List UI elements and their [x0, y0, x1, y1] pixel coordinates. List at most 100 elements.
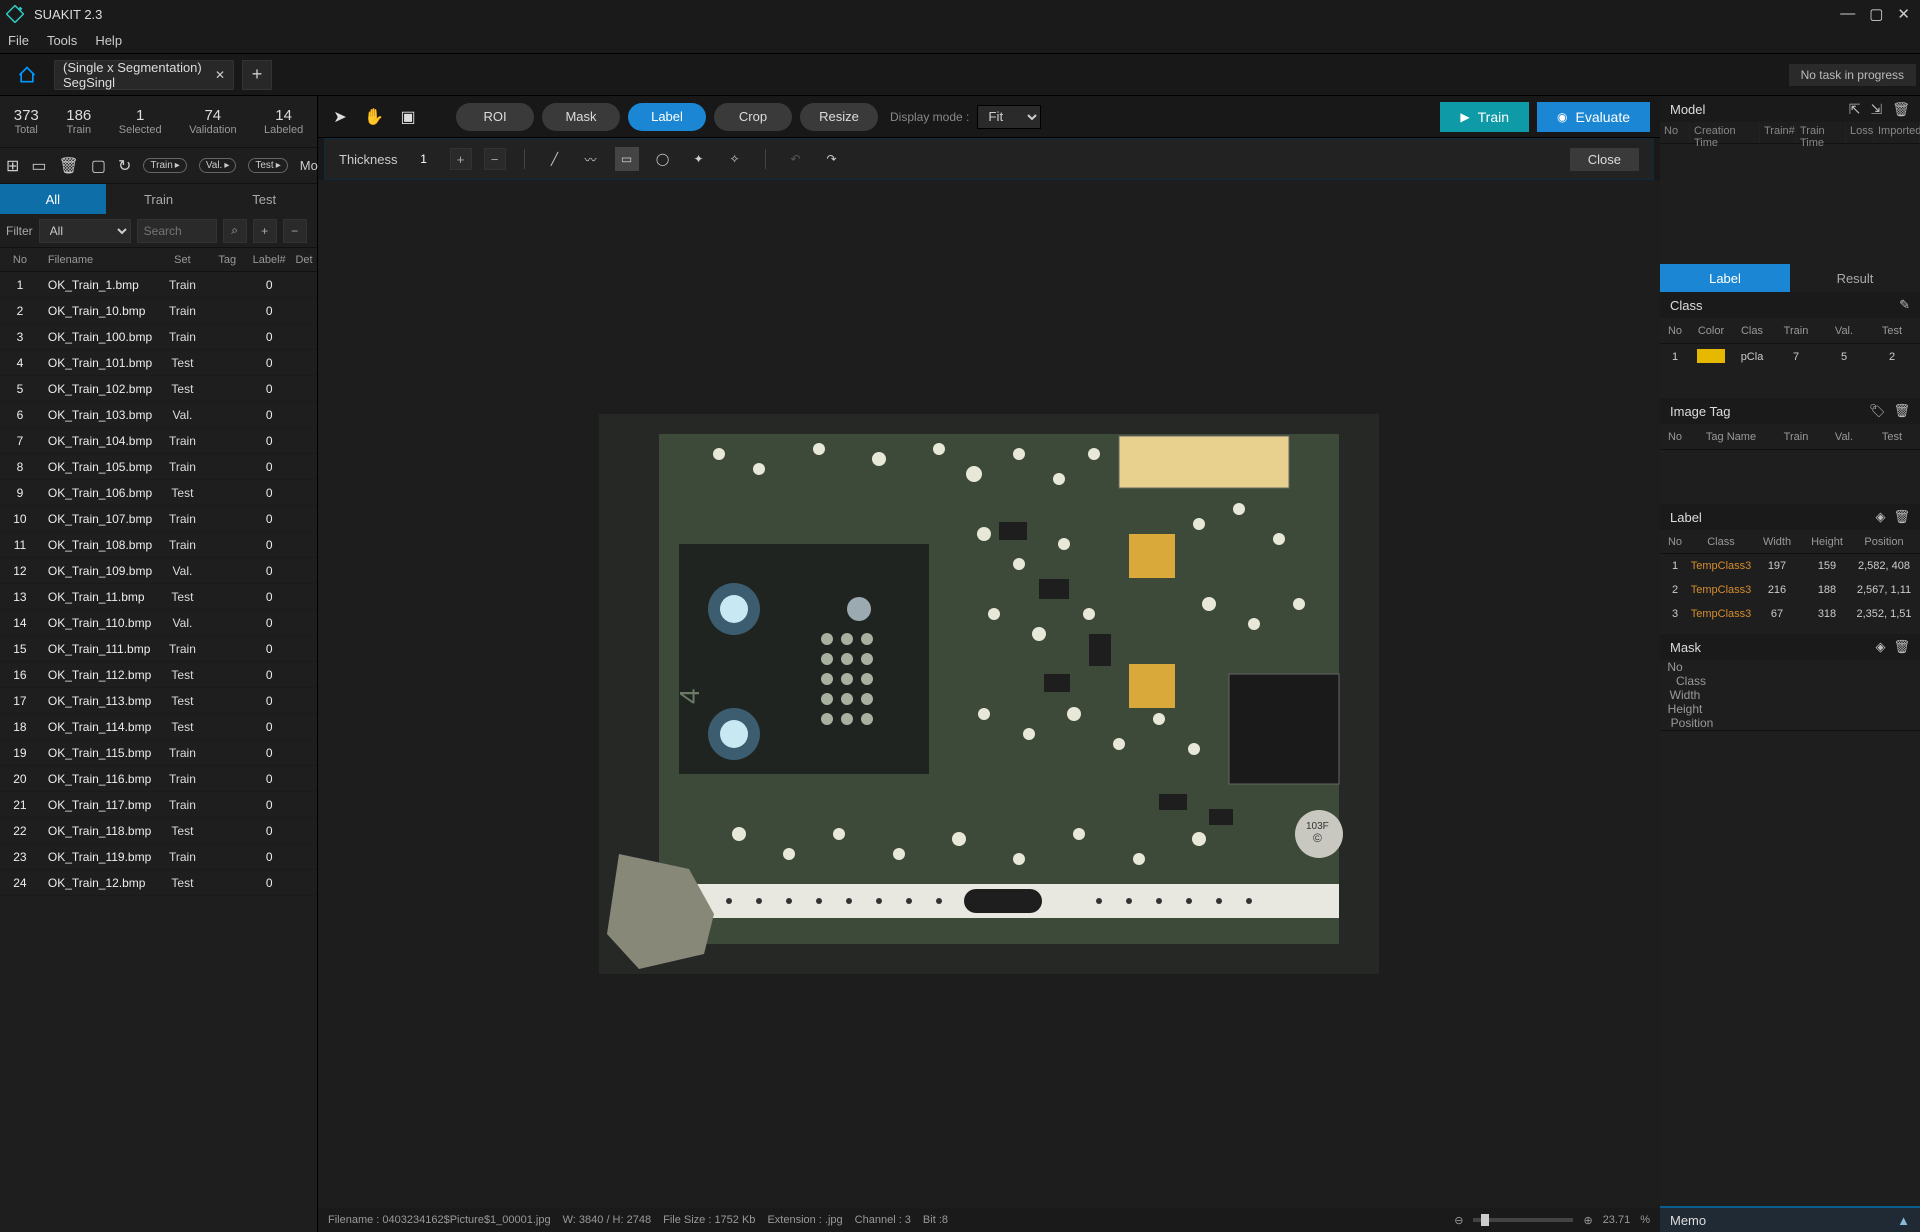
zoom-slider[interactable] [1473, 1218, 1573, 1222]
tab-label[interactable]: Label [1660, 264, 1790, 292]
file-tab-all[interactable]: All [0, 184, 106, 214]
label-row[interactable]: 3TempClass3673182,352, 1,51 [1660, 602, 1920, 626]
display-mode-select[interactable]: Fit [977, 105, 1041, 129]
star-tool-icon[interactable]: ✦ [687, 147, 711, 171]
maximize-icon[interactable]: ▢ [1869, 5, 1883, 23]
model-import-icon[interactable]: ⇱ [1849, 101, 1861, 118]
curve-tool-icon[interactable]: 〰 [579, 147, 603, 171]
filter-add-icon[interactable]: + [253, 219, 277, 243]
filter-select[interactable]: All [39, 219, 131, 243]
file-tab-train[interactable]: Train [106, 184, 212, 214]
file-row[interactable]: 7OK_Train_104.bmpTrain0 [0, 428, 317, 454]
add-tab-button[interactable]: + [242, 60, 272, 90]
file-row[interactable]: 23OK_Train_119.bmpTrain0 [0, 844, 317, 870]
redo-icon[interactable]: ↷ [820, 147, 844, 171]
pill-val[interactable]: Val. ▸ [199, 158, 237, 173]
minimize-icon[interactable]: — [1840, 5, 1855, 23]
mode-crop[interactable]: Crop [714, 103, 792, 131]
mask-delete-icon[interactable]: 🗑 [1893, 639, 1910, 655]
memo-collapse-icon[interactable]: ▲ [1897, 1213, 1910, 1228]
file-row[interactable]: 3OK_Train_100.bmpTrain0 [0, 324, 317, 350]
file-row[interactable]: 2OK_Train_10.bmpTrain0 [0, 298, 317, 324]
mask-table-body [1660, 731, 1920, 775]
class-edit-icon[interactable]: ✎ [1899, 297, 1910, 313]
file-row[interactable]: 16OK_Train_112.bmpTest0 [0, 662, 317, 688]
sub-tool-row: Thickness 1 + − ╱ 〰 ▭ ◯ ✦ ✧ ↶ ↷ Close [324, 138, 1654, 180]
file-row[interactable]: 14OK_Train_110.bmpVal.0 [0, 610, 317, 636]
menu-file[interactable]: File [8, 33, 29, 48]
search-icon[interactable]: ⌕ [223, 219, 247, 243]
model-delete-icon[interactable]: 🗑 [1892, 101, 1910, 118]
project-tab-close-icon[interactable]: ✕ [215, 68, 225, 82]
file-row[interactable]: 6OK_Train_103.bmpVal.0 [0, 402, 317, 428]
add-folder-icon[interactable]: ▭ [31, 156, 46, 176]
filter-remove-icon[interactable]: − [283, 219, 307, 243]
zoom-out-icon[interactable]: ⊖ [1454, 1214, 1463, 1227]
tab-result[interactable]: Result [1790, 264, 1920, 292]
cursor-tool-icon[interactable]: ➤ [328, 105, 352, 129]
menu-tools[interactable]: Tools [47, 33, 77, 48]
menu-help[interactable]: Help [95, 33, 122, 48]
label-delete-icon[interactable]: 🗑 [1893, 509, 1910, 525]
file-row[interactable]: 12OK_Train_109.bmpVal.0 [0, 558, 317, 584]
search-input[interactable] [137, 219, 217, 243]
class-row[interactable]: 1pCla752 [1660, 344, 1920, 370]
info-tool-icon[interactable]: ▣ [396, 105, 420, 129]
line-tool-icon[interactable]: ╱ [543, 147, 567, 171]
right-tabs: Label Result [1660, 264, 1920, 292]
pill-train[interactable]: Train ▸ [143, 158, 186, 173]
add-image-icon[interactable]: ⊞ [6, 156, 19, 176]
file-row[interactable]: 21OK_Train_117.bmpTrain0 [0, 792, 317, 818]
file-row[interactable]: 17OK_Train_113.bmpTest0 [0, 688, 317, 714]
label-row[interactable]: 1TempClass31971592,582, 408 [1660, 554, 1920, 578]
label-icon[interactable]: ◈ [1875, 509, 1885, 525]
file-row[interactable]: 13OK_Train_11.bmpTest0 [0, 584, 317, 610]
file-tab-test[interactable]: Test [211, 184, 317, 214]
file-row[interactable]: 11OK_Train_108.bmpTrain0 [0, 532, 317, 558]
display-mode-label: Display mode : [890, 110, 969, 124]
file-row[interactable]: 9OK_Train_106.bmpTest0 [0, 480, 317, 506]
mode-roi[interactable]: ROI [456, 103, 534, 131]
tag-icon[interactable]: 🏷 [1869, 403, 1886, 419]
file-row[interactable]: 18OK_Train_114.bmpTest0 [0, 714, 317, 740]
file-row[interactable]: 4OK_Train_101.bmpTest0 [0, 350, 317, 376]
undo-icon[interactable]: ↶ [784, 147, 808, 171]
file-row[interactable]: 8OK_Train_105.bmpTrain0 [0, 454, 317, 480]
pill-test[interactable]: Test ▸ [248, 158, 287, 173]
file-row[interactable]: 15OK_Train_111.bmpTrain0 [0, 636, 317, 662]
mode-label[interactable]: Label [628, 103, 706, 131]
file-row[interactable]: 20OK_Train_116.bmpTrain0 [0, 766, 317, 792]
file-row[interactable]: 24OK_Train_12.bmpTest0 [0, 870, 317, 896]
mode-resize[interactable]: Resize [800, 103, 878, 131]
magic-tool-icon[interactable]: ✧ [723, 147, 747, 171]
close-icon[interactable]: ✕ [1897, 5, 1910, 23]
thickness-minus-icon[interactable]: − [484, 148, 506, 170]
pan-tool-icon[interactable]: ✋ [362, 105, 386, 129]
model-export-icon[interactable]: ⇲ [1870, 101, 1882, 118]
mask-icon[interactable]: ◈ [1875, 639, 1885, 655]
file-list[interactable]: 1OK_Train_1.bmpTrain02OK_Train_10.bmpTra… [0, 272, 317, 1232]
zoom-in-icon[interactable]: ⊕ [1583, 1214, 1592, 1227]
memo-panel-header[interactable]: Memo ▲ [1660, 1206, 1920, 1232]
thickness-plus-icon[interactable]: + [450, 148, 472, 170]
file-row[interactable]: 5OK_Train_102.bmpTest0 [0, 376, 317, 402]
file-row[interactable]: 1OK_Train_1.bmpTrain0 [0, 272, 317, 298]
evaluate-button[interactable]: ◉Evaluate [1537, 102, 1650, 132]
preview-icon[interactable]: ▢ [91, 156, 106, 176]
file-row[interactable]: 19OK_Train_115.bmpTrain0 [0, 740, 317, 766]
train-button[interactable]: ▶Train [1440, 102, 1529, 132]
close-subtool-button[interactable]: Close [1570, 148, 1639, 171]
ellipse-tool-icon[interactable]: ◯ [651, 147, 675, 171]
tag-delete-icon[interactable]: 🗑 [1893, 403, 1910, 419]
label-row[interactable]: 2TempClass32161882,567, 1,11 [1660, 578, 1920, 602]
refresh-icon[interactable]: ↻ [118, 156, 131, 176]
delete-icon[interactable]: 🗑 [59, 156, 79, 176]
image-canvas[interactable]: 103F © 4 [318, 180, 1660, 1208]
home-button[interactable] [0, 55, 54, 95]
label-table-header: No Class Width Height Position [1660, 530, 1920, 554]
file-row[interactable]: 10OK_Train_107.bmpTrain0 [0, 506, 317, 532]
mode-mask[interactable]: Mask [542, 103, 620, 131]
project-tab[interactable]: (Single x Segmentation) SegSingl ✕ [54, 60, 234, 90]
file-row[interactable]: 22OK_Train_118.bmpTest0 [0, 818, 317, 844]
rectangle-tool-icon[interactable]: ▭ [615, 147, 639, 171]
